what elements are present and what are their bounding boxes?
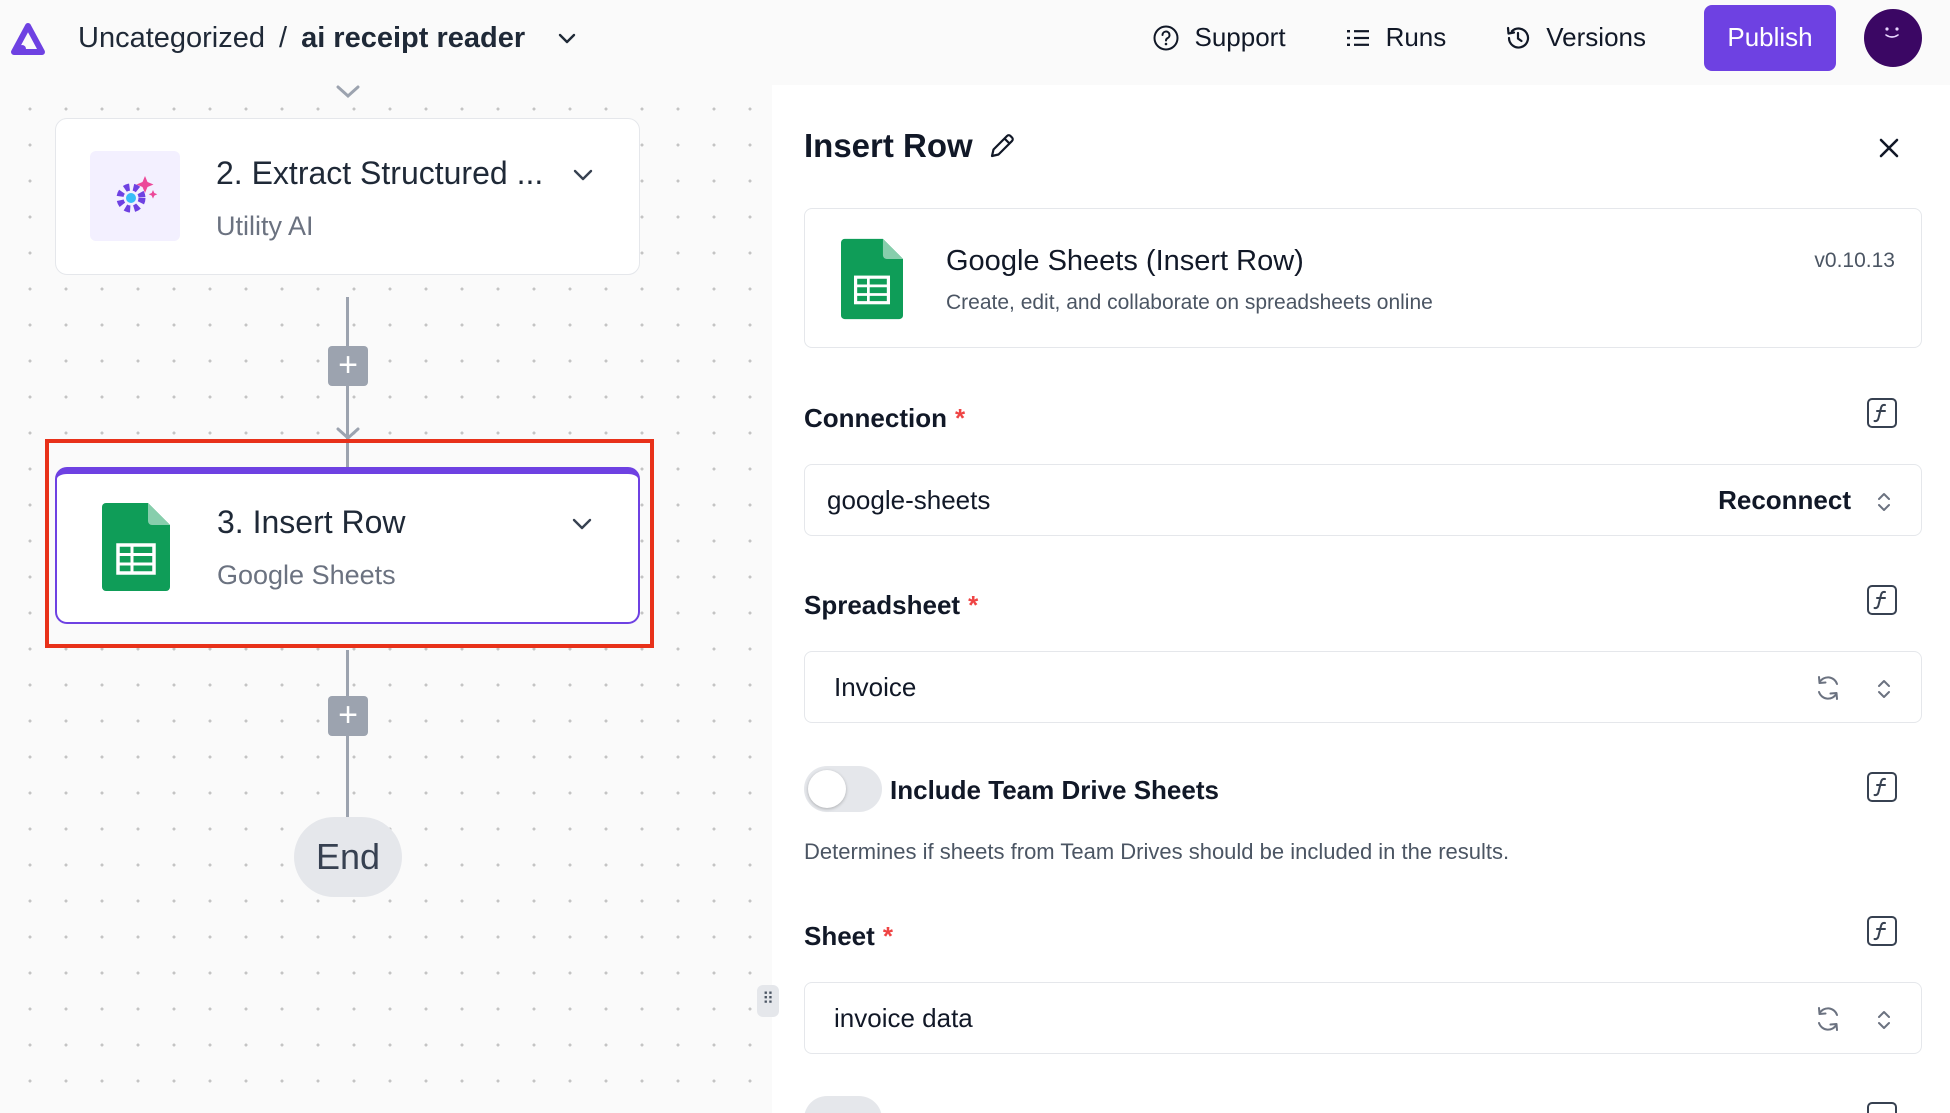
history-icon xyxy=(1507,26,1530,49)
spreadsheet-select[interactable]: Invoice xyxy=(804,651,1922,723)
top-bar: Uncategorized / ai receipt reader Suppor… xyxy=(0,0,1950,85)
selection-highlight xyxy=(45,439,654,648)
refresh-icon[interactable] xyxy=(1813,673,1843,703)
piece-description: Create, edit, and collaborate on spreads… xyxy=(946,291,1433,314)
panel-title-text: Insert Row xyxy=(804,127,973,164)
top-actions: Support Runs Versions Publish xyxy=(1152,0,1950,75)
piece-name: Google Sheets (Insert Row) xyxy=(946,245,1304,277)
next-option-toggle[interactable] xyxy=(804,1096,882,1113)
step-node-extract[interactable]: 2. Extract Structured ... Utility AI xyxy=(55,118,640,275)
runs-button[interactable]: Runs xyxy=(1344,22,1447,53)
step-subtitle: Utility AI xyxy=(216,211,314,241)
connection-select[interactable]: google-sheets Reconnect xyxy=(804,464,1922,536)
help-circle-icon xyxy=(1153,25,1179,50)
breadcrumb: Uncategorized / ai receipt reader xyxy=(78,18,579,58)
piece-version: v0.10.13 xyxy=(1814,249,1895,272)
piece-info-card: Google Sheets (Insert Row) Create, edit,… xyxy=(804,208,1922,348)
spreadsheet-value: Invoice xyxy=(834,672,917,702)
panel-resize-handle[interactable]: ⠿ xyxy=(757,985,779,1017)
list-icon xyxy=(1346,29,1369,46)
connection-label: Connection * xyxy=(804,403,965,434)
arrow-down-icon xyxy=(336,85,360,99)
google-sheets-icon xyxy=(841,238,903,320)
dynamic-value-icon[interactable] xyxy=(1866,397,1898,429)
step-title: 2. Extract Structured ... xyxy=(216,155,544,191)
dynamic-value-icon[interactable] xyxy=(1866,915,1898,947)
dynamic-value-icon[interactable] xyxy=(1866,1101,1898,1113)
sheet-select[interactable]: invoice data xyxy=(804,982,1922,1054)
sheet-label-text: Sheet xyxy=(804,921,875,951)
end-node: End xyxy=(294,817,402,897)
step-settings-panel: Insert Row Google Sheets (Insert Row) Cr… xyxy=(772,85,1950,1113)
chevron-down-icon[interactable] xyxy=(555,26,579,50)
dynamic-value-icon[interactable] xyxy=(1866,771,1898,803)
spreadsheet-label: Spreadsheet * xyxy=(804,590,978,621)
connection-value: google-sheets xyxy=(827,485,991,515)
breadcrumb-folder[interactable]: Uncategorized xyxy=(78,22,265,55)
add-step-button[interactable]: + xyxy=(328,696,368,736)
refresh-icon[interactable] xyxy=(1813,1004,1843,1034)
versions-button[interactable]: Versions xyxy=(1504,22,1646,53)
breadcrumb-separator: / xyxy=(279,21,288,54)
avatar-face-icon xyxy=(1885,26,1899,38)
breadcrumb-flow-name[interactable]: ai receipt reader xyxy=(301,22,525,55)
dynamic-value-icon[interactable] xyxy=(1866,584,1898,616)
required-marker: * xyxy=(968,590,979,620)
chevron-up-down-icon xyxy=(1878,1011,1890,1029)
spreadsheet-label-text: Spreadsheet xyxy=(804,590,961,620)
team-drive-label: Include Team Drive Sheets xyxy=(890,775,1219,805)
reconnect-button[interactable]: Reconnect xyxy=(1718,485,1851,516)
required-marker: * xyxy=(882,921,893,951)
sheet-label: Sheet * xyxy=(804,921,893,952)
support-button[interactable]: Support xyxy=(1152,22,1286,53)
support-label: Support xyxy=(1194,22,1286,52)
avatar[interactable] xyxy=(1864,8,1922,67)
close-icon[interactable] xyxy=(1872,131,1906,165)
team-drive-toggle[interactable] xyxy=(804,766,882,812)
utility-ai-icon xyxy=(90,151,180,241)
team-drive-help-text: Determines if sheets from Team Drives sh… xyxy=(804,839,1510,864)
chevron-up-down-icon xyxy=(1878,680,1890,698)
versions-label: Versions xyxy=(1546,22,1646,52)
pencil-icon[interactable] xyxy=(987,131,1017,161)
app-logo-icon[interactable] xyxy=(8,18,48,58)
chevron-up-down-icon xyxy=(1878,493,1890,511)
add-step-button[interactable]: + xyxy=(328,346,368,386)
required-marker: * xyxy=(955,403,966,433)
connection-label-text: Connection xyxy=(804,403,947,433)
chevron-down-icon[interactable] xyxy=(569,161,597,189)
publish-button[interactable]: Publish xyxy=(1704,4,1836,71)
sheet-value: invoice data xyxy=(834,1003,973,1033)
runs-label: Runs xyxy=(1385,22,1447,52)
toggle-knob xyxy=(808,770,846,808)
panel-title: Insert Row xyxy=(804,127,1017,165)
